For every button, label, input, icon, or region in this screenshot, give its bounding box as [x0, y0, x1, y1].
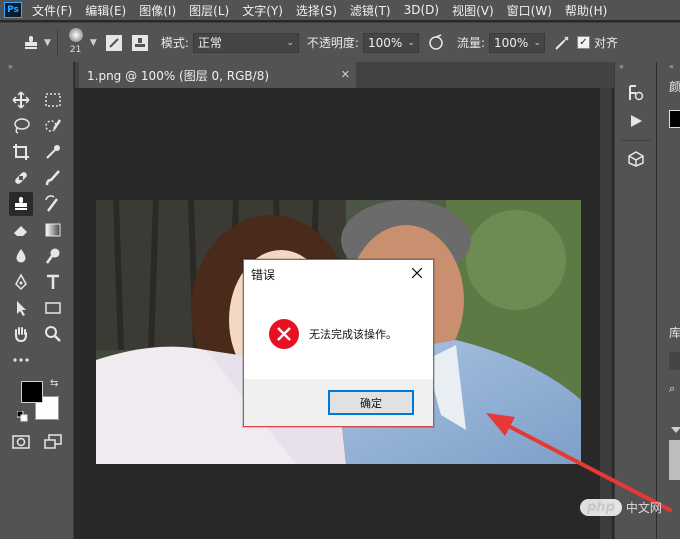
brush-tool-icon[interactable]	[41, 166, 65, 190]
blur-tool-icon[interactable]	[9, 244, 33, 268]
flow-value: 100%	[493, 35, 529, 50]
chevron-down-icon: ⌄	[286, 37, 294, 48]
error-dialog: 错误 无法完成该操作。 确定	[243, 259, 434, 427]
menu-file[interactable]: 文件(F)	[32, 2, 72, 19]
mode-select[interactable]: 正常 ⌄	[192, 32, 299, 53]
3d-panel-icon[interactable]	[625, 148, 647, 170]
menu-image[interactable]: 图像(I)	[139, 2, 176, 19]
dialog-footer: 确定	[244, 379, 433, 426]
eyedropper-tool-icon[interactable]	[41, 140, 65, 164]
airbrush-icon[interactable]	[551, 32, 573, 54]
opacity-field[interactable]: 100% ⌄	[362, 32, 419, 53]
menu-select[interactable]: 选择(S)	[296, 2, 337, 19]
history-brush-tool-icon[interactable]	[41, 192, 65, 216]
brush-size-value: 21	[69, 44, 82, 55]
options-bar: ▼ 21 ▼ 模式: 正常 ⌄ 不透明度: 100% ⌄ 流量: 100% ⌄ …	[0, 22, 680, 62]
lasso-tool-icon[interactable]	[9, 114, 33, 138]
menu-3d[interactable]: 3D(D)	[404, 3, 439, 17]
brush-tip-icon	[68, 27, 83, 42]
align-checkbox[interactable]: ✓	[576, 36, 590, 49]
swap-colors-icon[interactable]: ⇆	[50, 378, 58, 389]
history-panel-icon[interactable]	[625, 82, 647, 104]
chevron-down-icon[interactable]	[671, 422, 680, 433]
tools-panel: » ⇆	[0, 62, 74, 539]
clone-stamp-tool-icon[interactable]	[9, 192, 33, 216]
photoshop-logo: Ps	[4, 2, 22, 18]
hand-tool-icon[interactable]	[9, 322, 33, 346]
menu-window[interactable]: 窗口(W)	[507, 2, 552, 19]
ok-button[interactable]: 确定	[328, 390, 414, 415]
opacity-value: 100%	[367, 35, 403, 50]
vertical-scrollbar[interactable]	[600, 88, 612, 539]
search-icon[interactable]: ⌕	[669, 382, 675, 396]
more-tools-icon[interactable]	[9, 348, 33, 372]
chevron-down-icon[interactable]: ⌄	[533, 38, 541, 48]
menu-view[interactable]: 视图(V)	[452, 2, 494, 19]
crop-tool-icon[interactable]	[9, 140, 33, 164]
document-tab-bar: 1.png @ 100% (图层 0, RGB/8) ✕	[75, 62, 614, 88]
error-icon	[269, 318, 299, 349]
quick-mask-icon[interactable]	[9, 430, 33, 454]
watermark: php 中文网	[580, 496, 662, 518]
mode-label: 模式:	[160, 36, 189, 50]
document-tab-title: 1.png @ 100% (图层 0, RGB/8)	[87, 68, 270, 83]
type-tool-icon[interactable]	[41, 270, 65, 294]
dialog-title: 错误	[251, 267, 276, 282]
menu-type[interactable]: 文字(Y)	[242, 2, 283, 19]
library-select[interactable]	[669, 352, 680, 370]
dialog-titlebar[interactable]: 错误	[244, 260, 433, 288]
color-panel: « 颜 库 ⌕	[656, 62, 680, 539]
dodge-tool-icon[interactable]	[41, 244, 65, 268]
chevron-down-icon[interactable]: ⌄	[407, 38, 415, 48]
play-action-icon[interactable]	[625, 110, 647, 132]
foreground-color-swatch[interactable]	[669, 110, 680, 128]
eraser-tool-icon[interactable]	[9, 218, 33, 242]
default-colors-icon[interactable]	[16, 410, 28, 425]
clone-source-icon[interactable]	[129, 32, 151, 54]
dialog-body: 无法完成该操作。	[244, 288, 433, 379]
panel-dock: «	[614, 62, 656, 539]
watermark-text: 中文网	[625, 500, 662, 515]
divider	[621, 140, 651, 141]
menu-layer[interactable]: 图层(L)	[189, 2, 229, 19]
pressure-opacity-icon[interactable]	[425, 32, 447, 54]
gradient-tool-icon[interactable]	[41, 218, 65, 242]
align-label: 对齐	[593, 36, 618, 50]
opacity-label: 不透明度:	[306, 36, 359, 50]
flow-field[interactable]: 100% ⌄	[488, 32, 545, 53]
marquee-tool-icon[interactable]	[41, 88, 65, 112]
pen-tool-icon[interactable]	[9, 270, 33, 294]
mode-value: 正常	[197, 36, 222, 50]
menu-edit[interactable]: 编辑(E)	[85, 2, 126, 19]
foreground-color-swatch[interactable]	[21, 381, 43, 403]
library-item[interactable]	[669, 440, 680, 480]
libraries-panel-tab[interactable]: 库	[669, 324, 680, 341]
divider	[56, 29, 58, 56]
rectangle-tool-icon[interactable]	[41, 296, 65, 320]
chevron-down-icon[interactable]: ▼	[44, 38, 51, 48]
move-tool-icon[interactable]	[9, 88, 33, 112]
clone-stamp-preset-icon[interactable]	[20, 32, 42, 54]
zoom-tool-icon[interactable]	[41, 322, 65, 346]
healing-brush-tool-icon[interactable]	[9, 166, 33, 190]
watermark-logo: php	[580, 498, 622, 516]
screen-mode-icon[interactable]	[41, 430, 65, 454]
close-icon[interactable]: ✕	[341, 68, 350, 81]
color-panel-tab[interactable]: 颜	[669, 78, 680, 95]
menu-help[interactable]: 帮助(H)	[565, 2, 607, 19]
brush-size-picker[interactable]: 21	[64, 25, 88, 61]
menu-bar: Ps 文件(F) 编辑(E) 图像(I) 图层(L) 文字(Y) 选择(S) 滤…	[0, 0, 680, 20]
quick-selection-tool-icon[interactable]	[41, 114, 65, 138]
collapse-panel-icon[interactable]: »	[0, 62, 73, 72]
menu-filter[interactable]: 滤镜(T)	[350, 2, 391, 19]
path-selection-tool-icon[interactable]	[9, 296, 33, 320]
document-tab[interactable]: 1.png @ 100% (图层 0, RGB/8) ✕	[79, 62, 356, 88]
close-icon[interactable]	[409, 265, 425, 281]
flow-label: 流量:	[456, 36, 485, 50]
collapse-panel-icon[interactable]: «	[669, 62, 674, 71]
brush-settings-icon[interactable]	[103, 32, 125, 54]
dialog-message: 无法完成该操作。	[309, 327, 397, 341]
chevron-down-icon[interactable]: ▼	[90, 38, 97, 48]
collapse-dock-icon[interactable]: «	[619, 62, 624, 71]
